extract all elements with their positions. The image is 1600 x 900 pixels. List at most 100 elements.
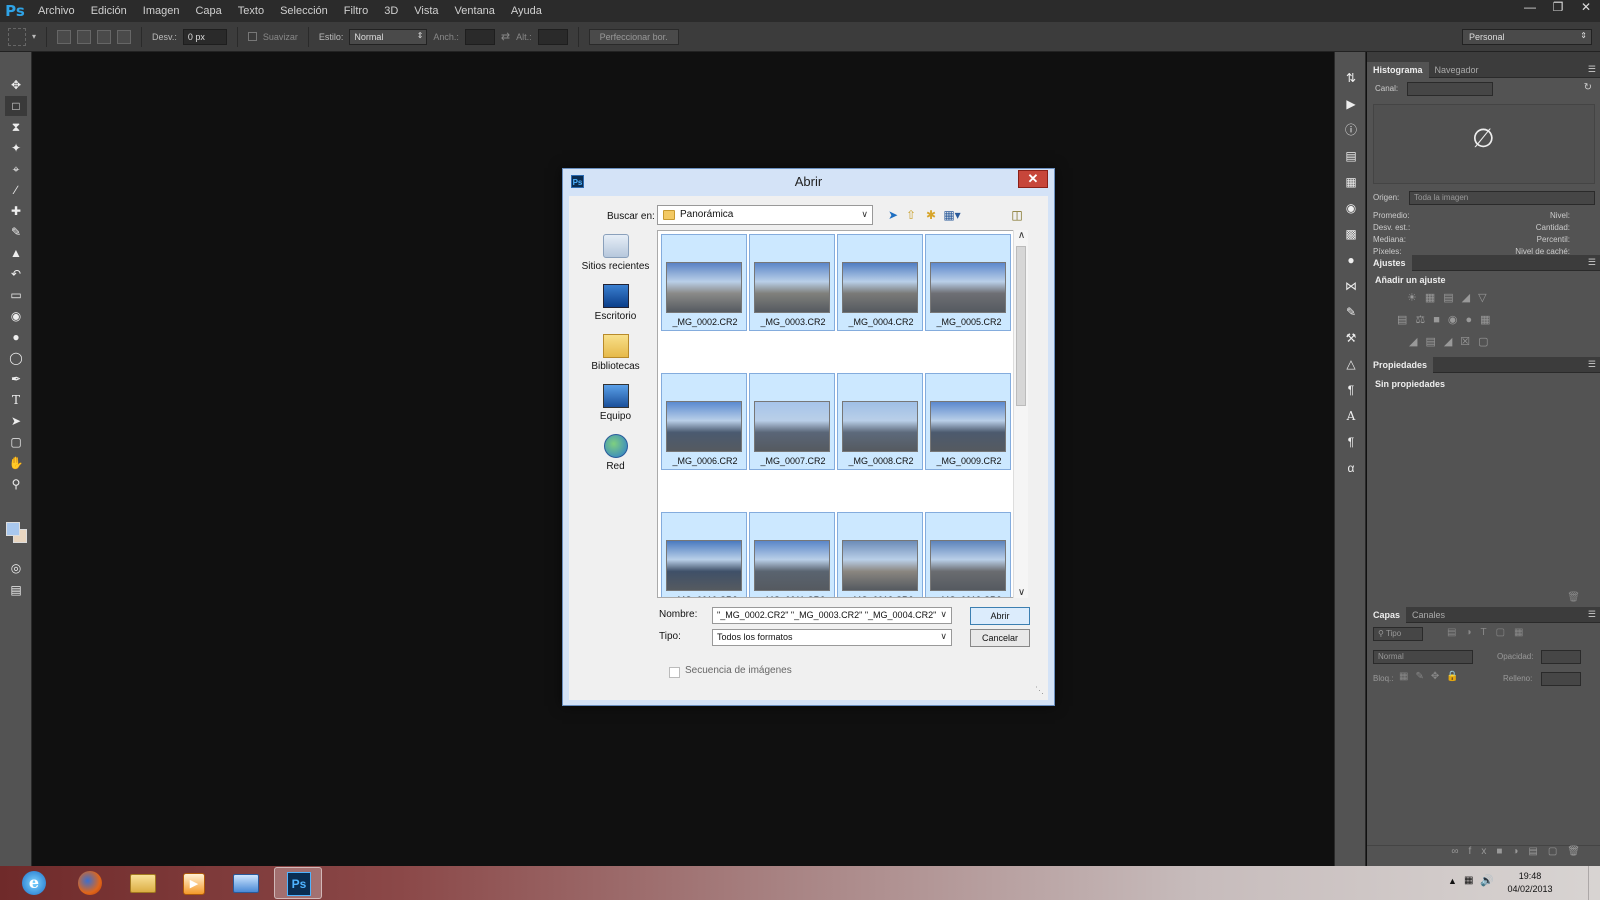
new-folder-icon[interactable]: ✱ (923, 207, 939, 223)
history-icon[interactable]: ⇅ (1341, 68, 1361, 88)
character-icon[interactable]: A (1341, 406, 1361, 426)
feather-input[interactable]: 0 px (182, 28, 227, 45)
menu-seleccion[interactable]: Selección (272, 0, 336, 22)
place-computer[interactable]: Equipo (578, 384, 653, 422)
menu-vista[interactable]: Vista (406, 0, 446, 22)
kuler-icon[interactable]: ● (1341, 250, 1361, 270)
panel-menu-icon[interactable]: ☰ (1588, 359, 1596, 370)
menu-ventana[interactable]: Ventana (447, 0, 503, 22)
height-input[interactable] (537, 28, 568, 45)
timeline-icon[interactable]: ▩ (1341, 224, 1361, 244)
cancel-button[interactable]: Cancelar (970, 629, 1030, 647)
move-tool-icon[interactable]: ✥ (5, 75, 27, 95)
place-recent[interactable]: Sitios recientes (578, 234, 653, 272)
tab-histograma[interactable]: Histograma (1367, 61, 1429, 78)
scroll-thumb[interactable] (1016, 246, 1026, 406)
swap-icon[interactable]: ⇄ (501, 30, 510, 43)
adjustment-icons-row-2[interactable]: ▤⚖■◉●▦ (1397, 313, 1499, 326)
panel-menu-icon[interactable]: ☰ (1588, 257, 1596, 268)
trash-icon[interactable]: 🗑 (1567, 592, 1580, 603)
lookin-select[interactable]: Panorámica ∨ (657, 205, 873, 225)
open-folder-icon[interactable]: ◫ (1009, 207, 1025, 223)
screen-mode-icon[interactable]: ▤ (5, 580, 27, 600)
marquee-preset-icon[interactable] (8, 27, 26, 46)
scroll-down-icon[interactable]: ∨ (1014, 587, 1029, 598)
path-selection-tool-icon[interactable]: ➤ (5, 411, 27, 431)
menu-archivo[interactable]: Archivo (30, 0, 83, 22)
menu-3d[interactable]: 3D (376, 0, 406, 22)
quick-mask-icon[interactable]: ◎ (5, 558, 27, 578)
magic-wand-tool-icon[interactable]: ✦ (5, 138, 27, 158)
foreground-color-swatch[interactable] (6, 522, 20, 536)
menu-edicion[interactable]: Edición (83, 0, 135, 22)
file-name-input[interactable]: "_MG_0002.CR2" "_MG_0003.CR2" "_MG_0004.… (712, 607, 952, 624)
paragraph-icon[interactable]: ¶ (1341, 380, 1361, 400)
tab-capas[interactable]: Capas (1367, 606, 1407, 623)
lasso-tool-icon[interactable]: ⧗ (5, 117, 27, 137)
layers-footer-icons[interactable]: ∞fx■◑▤▢🗑 (1367, 845, 1600, 863)
color-swatches[interactable] (6, 522, 28, 544)
menu-imagen[interactable]: Imagen (135, 0, 188, 22)
style-select[interactable]: Normal ⇕ (349, 28, 428, 45)
place-network[interactable]: Red (578, 434, 653, 472)
paragraph-styles-icon[interactable]: ¶ (1341, 432, 1361, 452)
eyedropper-tool-icon[interactable]: ∕ (5, 180, 27, 200)
layer-kind-filter[interactable]: ⚲ Tipo (1373, 627, 1423, 641)
3d-icon[interactable]: ◉ (1341, 198, 1361, 218)
paint-bucket-tool-icon[interactable]: ◉ (5, 306, 27, 326)
explorer-taskbar-button[interactable] (118, 867, 166, 899)
file-item[interactable]: _MG_0012.CR2 (837, 512, 923, 597)
width-input[interactable] (464, 28, 495, 45)
file-item[interactable]: _MG_0004.CR2 (837, 234, 923, 331)
media-player-taskbar-button[interactable]: ▶ (170, 867, 218, 899)
file-list-scrollbar[interactable]: ∧ ∨ (1013, 230, 1028, 598)
file-item[interactable]: _MG_0010.CR2 (661, 512, 747, 597)
source-select[interactable]: Toda la imagen (1409, 191, 1595, 205)
file-item[interactable]: _MG_0008.CR2 (837, 373, 923, 470)
tray-arrow-icon[interactable]: ▲ (1448, 876, 1457, 886)
fill-input[interactable] (1541, 672, 1581, 686)
clone-source-icon[interactable]: △ (1341, 354, 1361, 374)
subtract-selection-icon[interactable] (97, 29, 112, 44)
adjustment-icons-row-3[interactable]: ◢▤◢☒▢ (1409, 335, 1497, 348)
place-desktop[interactable]: Escritorio (578, 284, 653, 322)
view-menu-icon[interactable]: ▦▾ (941, 207, 963, 223)
menu-filtro[interactable]: Filtro (336, 0, 376, 22)
chevron-down-icon[interactable]: ∨ (940, 609, 947, 620)
brush-tool-icon[interactable]: ✎ (5, 222, 27, 242)
shape-tool-icon[interactable]: ▢ (5, 432, 27, 452)
tab-navegador[interactable]: Navegador (1429, 62, 1485, 78)
resize-grip-icon[interactable]: ⋱ (1035, 685, 1044, 696)
file-item[interactable]: _MG_0009.CR2 (925, 373, 1011, 470)
antialias-checkbox[interactable] (247, 32, 257, 41)
character-styles-icon[interactable]: α (1341, 458, 1361, 478)
minimize-icon[interactable]: — (1516, 0, 1544, 16)
menu-ayuda[interactable]: Ayuda (503, 0, 550, 22)
dialog-titlebar[interactable]: Ps Abrir ✕ (563, 169, 1054, 195)
panel-menu-icon[interactable]: ☰ (1588, 64, 1596, 75)
chevron-down-icon[interactable]: ▾ (32, 32, 36, 41)
workspace-select[interactable]: Personal ⇕ (1462, 29, 1592, 45)
history-brush-tool-icon[interactable]: ↶ (5, 264, 27, 284)
file-type-select[interactable]: Todos los formatos ∨ (712, 629, 952, 646)
network-signal-icon[interactable]: ▦ (1464, 875, 1473, 886)
remote-desktop-taskbar-button[interactable] (222, 867, 270, 899)
blur-tool-icon[interactable]: ● (5, 327, 27, 347)
close-window-icon[interactable]: ✕ (1572, 0, 1600, 16)
image-sequence-checkbox[interactable] (669, 667, 680, 678)
file-item[interactable]: _MG_0006.CR2 (661, 373, 747, 470)
tab-canales[interactable]: Canales (1406, 607, 1451, 623)
file-item[interactable]: _MG_0013.CR2 (925, 512, 1011, 597)
marquee-tool-icon[interactable]: □ (5, 96, 27, 116)
eraser-tool-icon[interactable]: ▭ (5, 285, 27, 305)
lock-icons[interactable]: ▦✎✥🔒 (1399, 671, 1466, 682)
clock-date[interactable]: 04/02/2013 (1500, 884, 1560, 894)
channel-select[interactable] (1407, 82, 1493, 96)
add-selection-icon[interactable] (77, 29, 92, 44)
refine-edge-button[interactable]: Perfeccionar bor. (588, 28, 679, 45)
up-folder-icon[interactable]: ⇧ (903, 207, 919, 223)
hand-tool-icon[interactable]: ✋ (5, 453, 27, 473)
tool-presets-icon[interactable]: ⚒ (1341, 328, 1361, 348)
notes-icon[interactable]: ▤ (1341, 146, 1361, 166)
refresh-icon[interactable]: ↻ (1584, 82, 1592, 93)
